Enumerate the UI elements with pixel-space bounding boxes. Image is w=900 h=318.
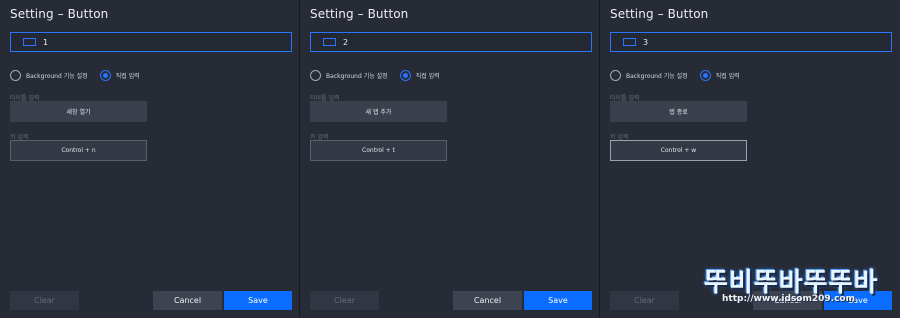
radio-background-option[interactable]: Background 기능 설정	[310, 70, 388, 81]
cancel-button[interactable]: Cancel	[153, 291, 222, 310]
radio-background-label: Background 기능 설정	[326, 73, 388, 80]
panel-title: Setting – Button	[610, 7, 709, 21]
title-input[interactable]: 새 탭 추가	[310, 101, 447, 122]
radio-direct-option[interactable]: 직접 입력	[399, 70, 440, 81]
setting-panel-1: Setting – Button 1 Background 기능 설정 직접 입…	[0, 0, 300, 318]
radio-background[interactable]	[310, 70, 321, 81]
key-input[interactable]: Control + w	[610, 140, 747, 161]
radio-background-option[interactable]: Background 기능 설정	[610, 70, 688, 81]
button-id-value: 2	[343, 37, 349, 47]
title-input[interactable]: 새창 열기	[10, 101, 147, 122]
key-input[interactable]: Control + n	[10, 140, 147, 161]
button-shape-icon	[323, 38, 336, 46]
cancel-button[interactable]: Cancel	[453, 291, 522, 310]
save-button[interactable]: Save	[524, 291, 592, 310]
clear-button[interactable]: Clear	[610, 291, 679, 310]
mode-radio-group: Background 기능 설정 직접 입력	[10, 70, 152, 81]
mode-radio-group: Background 기능 설정 직접 입력	[610, 70, 752, 81]
radio-direct[interactable]	[399, 70, 411, 81]
radio-background[interactable]	[610, 70, 621, 81]
clear-button[interactable]: Clear	[10, 291, 79, 310]
save-button[interactable]: Save	[824, 291, 892, 310]
panel-title: Setting – Button	[310, 7, 409, 21]
radio-background-option[interactable]: Background 기능 설정	[10, 70, 88, 81]
button-id-field[interactable]: 2	[310, 32, 592, 52]
panel-title: Setting – Button	[10, 7, 109, 21]
radio-direct-option[interactable]: 직접 입력	[99, 70, 140, 81]
radio-direct-label: 직접 입력	[415, 73, 440, 80]
settings-panels: Setting – Button 1 Background 기능 설정 직접 입…	[0, 0, 900, 318]
key-input[interactable]: Control + t	[310, 140, 447, 161]
setting-panel-2: Setting – Button 2 Background 기능 설정 직접 입…	[300, 0, 600, 318]
radio-direct[interactable]	[699, 70, 711, 81]
save-button[interactable]: Save	[224, 291, 292, 310]
clear-button[interactable]: Clear	[310, 291, 379, 310]
radio-background[interactable]	[10, 70, 21, 81]
radio-background-label: Background 기능 설정	[26, 73, 88, 80]
button-id-value: 1	[43, 37, 49, 47]
button-id-field[interactable]: 1	[10, 32, 292, 52]
button-shape-icon	[623, 38, 636, 46]
button-shape-icon	[23, 38, 36, 46]
radio-direct-label: 직접 입력	[115, 73, 140, 80]
button-id-field[interactable]: 3	[610, 32, 892, 52]
setting-panel-3: Setting – Button 3 Background 기능 설정 직접 입…	[600, 0, 900, 318]
radio-background-label: Background 기능 설정	[626, 73, 688, 80]
mode-radio-group: Background 기능 설정 직접 입력	[310, 70, 452, 81]
radio-direct-option[interactable]: 직접 입력	[699, 70, 740, 81]
radio-direct[interactable]	[99, 70, 111, 81]
button-id-value: 3	[643, 37, 649, 47]
title-input[interactable]: 탭 종료	[610, 101, 747, 122]
radio-direct-label: 직접 입력	[715, 73, 740, 80]
cancel-button[interactable]: Cancel	[753, 291, 822, 310]
